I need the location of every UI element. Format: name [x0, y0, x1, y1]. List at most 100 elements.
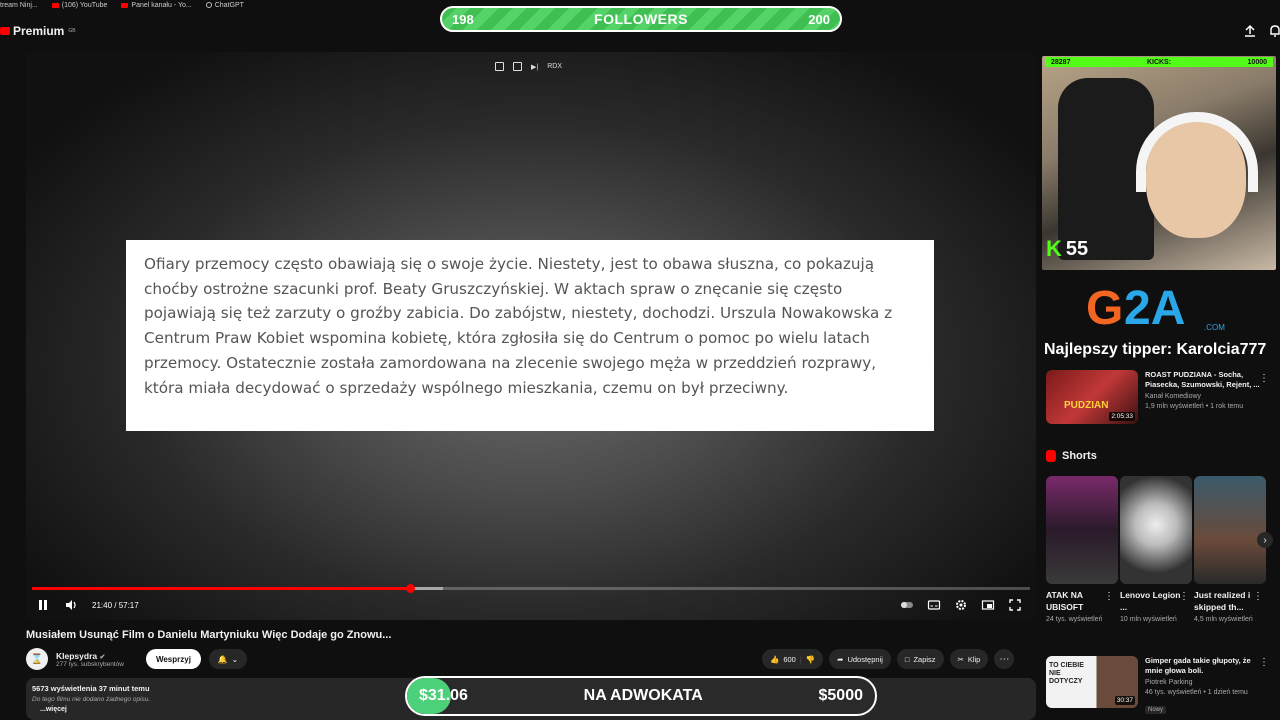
g2a-logo: G 2A .COM — [1086, 282, 1225, 332]
thumbs-down-icon[interactable]: 👎 — [806, 655, 815, 664]
more-options-icon[interactable]: ⋮ — [1179, 591, 1189, 602]
short-views: 10 mln wyświetleń — [1120, 616, 1177, 623]
more-options-icon[interactable]: ⋮ — [1253, 591, 1263, 602]
video-title: Musiałem Usunąć Film o Danielu Martyniuk… — [26, 629, 392, 641]
youtube-play-icon — [0, 27, 10, 35]
shorts-header: Shorts — [1046, 450, 1097, 462]
donation-goal-bar: $31.06 NA ADWOKATA $5000 — [405, 676, 877, 716]
share-button[interactable]: ➦ Udostępnij — [829, 649, 891, 669]
kick-viewer-count: K 55 — [1046, 236, 1088, 262]
short-views: 24 tys. wyświetleń — [1046, 616, 1103, 623]
short-title: Lenovo Legion ... — [1120, 590, 1181, 612]
recommended-video[interactable]: PUDZIAN 2:05:33 ROAST PUDZIANA - Socha, … — [1046, 370, 1265, 424]
bookmark-label: Panel kanału - Yo... — [131, 1, 192, 9]
bookmark-chatgpt[interactable]: ChatGPT — [205, 2, 244, 9]
thumbnail-text: TO CIEBIE NIE DOTYCZY — [1049, 662, 1084, 685]
video-thumbnail[interactable]: PUDZIAN 2:05:33 — [1046, 370, 1138, 424]
short-thumbnail[interactable] — [1046, 476, 1118, 584]
video-actions: 👍 600 | 👎 ➦ Udostępnij □ Zapisz ✂ Klip ⋯ — [762, 649, 1015, 669]
short-thumbnail[interactable] — [1194, 476, 1266, 584]
short-title: Just realized i skipped th... — [1194, 590, 1251, 612]
subtitles-icon[interactable] — [927, 598, 941, 612]
channel-name-text: Klepsydra — [56, 650, 98, 661]
volume-icon[interactable] — [64, 598, 78, 612]
more-options-icon[interactable]: ⋮ — [1259, 373, 1269, 384]
verified-icon: ✔ — [99, 653, 106, 661]
chevron-down-icon: ⌄ — [231, 654, 239, 664]
followers-label: FOLLOWERS — [594, 11, 688, 27]
login-icon[interactable] — [513, 62, 522, 71]
new-badge: Nowy — [1145, 706, 1167, 714]
top-tipper: Najlepszy tipper: Karolcia777 — [1044, 341, 1267, 358]
recommended-title: Gimper gada takie głupoty, że mnie głowa… — [1145, 656, 1251, 675]
channel-row: ⌛ Klepsydra ✔ 277 tys. subskrybentów Wes… — [26, 648, 247, 670]
thumbnail-text: PUDZIAN — [1064, 400, 1109, 411]
youtube-premium-logo[interactable]: Premium GB — [0, 22, 76, 40]
document-screenshot: Ofiary przemocy często obawiają się o sw… — [126, 240, 934, 431]
followers-current: 198 — [452, 11, 474, 27]
more-options-icon[interactable]: ⋮ — [1104, 591, 1114, 602]
recommended-title: ROAST PUDZIANA - Socha, Piasecka, Szumow… — [1145, 370, 1260, 389]
autoplay-toggle-icon[interactable] — [900, 598, 914, 612]
recommended-video[interactable]: TO CIEBIE NIE DOTYCZY 30:37 Gimper gada … — [1046, 656, 1265, 716]
miniplayer-icon[interactable] — [981, 598, 995, 612]
video-thumbnail[interactable]: TO CIEBIE NIE DOTYCZY 30:37 — [1046, 656, 1138, 708]
kicks-goal-bar: 28287 KICKS: 10000 — [1045, 57, 1273, 67]
recommended-meta: 46 tys. wyświetleń • 1 dzień temu — [1145, 689, 1248, 696]
donation-label: NA ADWOKATA — [583, 687, 703, 704]
rdx-label: RDX — [547, 63, 562, 70]
shorts-icon — [1046, 450, 1056, 462]
player-controls-right — [900, 598, 1022, 612]
donation-current: $31.06 — [419, 687, 468, 704]
support-button[interactable]: Wesprzyj — [145, 649, 201, 669]
recommended-meta: 1,9 mln wyświetleń • 1 rok temu — [1145, 403, 1244, 410]
youtube-icon — [121, 2, 129, 8]
like-count: 600 — [783, 654, 796, 664]
fullscreen-icon[interactable] — [1008, 598, 1022, 612]
skip-icon[interactable]: ▶| — [531, 63, 538, 71]
youtube-icon — [51, 2, 59, 8]
time-display: 21:40 / 57:17 — [92, 600, 139, 610]
video-duration: 30:37 — [1114, 696, 1135, 705]
progress-played — [32, 587, 410, 590]
video-duration: 2:05:33 — [1109, 412, 1135, 421]
settings-gear-icon[interactable] — [954, 598, 968, 612]
more-options-icon[interactable]: ⋮ — [1259, 657, 1269, 668]
channel-info: Klepsydra ✔ 277 tys. subskrybentów — [56, 651, 124, 668]
bell-icon[interactable] — [1268, 24, 1280, 38]
bookmark-channel-panel[interactable]: Panel kanału - Yo... — [121, 1, 192, 9]
bookmark-label: (106) YouTube — [61, 1, 108, 9]
followers-goal: 200 — [808, 11, 830, 27]
chevron-right-icon[interactable]: › — [1257, 532, 1273, 548]
bookmark-youtube[interactable]: (106) YouTube — [51, 1, 108, 9]
pause-icon[interactable] — [36, 598, 50, 612]
copy-icon[interactable] — [495, 62, 504, 71]
logo-text: Premium — [13, 24, 65, 38]
recommended-channel: Piotrek Parking — [1145, 679, 1193, 686]
thumbs-up-icon: 👍 — [770, 654, 780, 664]
kick-count: 55 — [1065, 237, 1089, 260]
donation-goal: $5000 — [818, 687, 864, 704]
bookmark-stream-ninja[interactable]: tream Ninj... — [0, 2, 38, 9]
progress-scrubber[interactable] — [406, 584, 415, 593]
more-icon: ⋯ — [999, 653, 1010, 665]
clip-label: Klip — [967, 654, 981, 664]
like-button[interactable]: 👍 600 | 👎 — [762, 649, 824, 669]
svg-text:G: G — [1086, 282, 1123, 332]
kicks-current: 28287 — [1051, 58, 1071, 66]
save-button[interactable]: □ Zapisz — [896, 649, 944, 669]
kicks-goal: 10000 — [1247, 58, 1267, 66]
chatgpt-icon — [205, 2, 212, 8]
channel-name[interactable]: Klepsydra ✔ — [56, 651, 124, 661]
channel-avatar[interactable]: ⌛ — [26, 648, 48, 670]
more-actions-button[interactable]: ⋯ — [994, 649, 1015, 669]
followers-goal-bar: 198 FOLLOWERS 200 — [440, 6, 842, 32]
scissors-icon: ✂ — [957, 654, 964, 664]
upload-icon[interactable] — [1243, 24, 1257, 38]
notification-button[interactable]: 🔔 ⌄ — [208, 649, 247, 669]
short-thumbnail[interactable] — [1120, 476, 1192, 584]
clip-button[interactable]: ✂ Klip — [949, 649, 989, 669]
short-title: ATAK NA UBISOFT — [1046, 590, 1084, 612]
kicks-label: KICKS: — [1146, 58, 1172, 66]
player-top-controls: ▶| RDX — [495, 62, 562, 71]
